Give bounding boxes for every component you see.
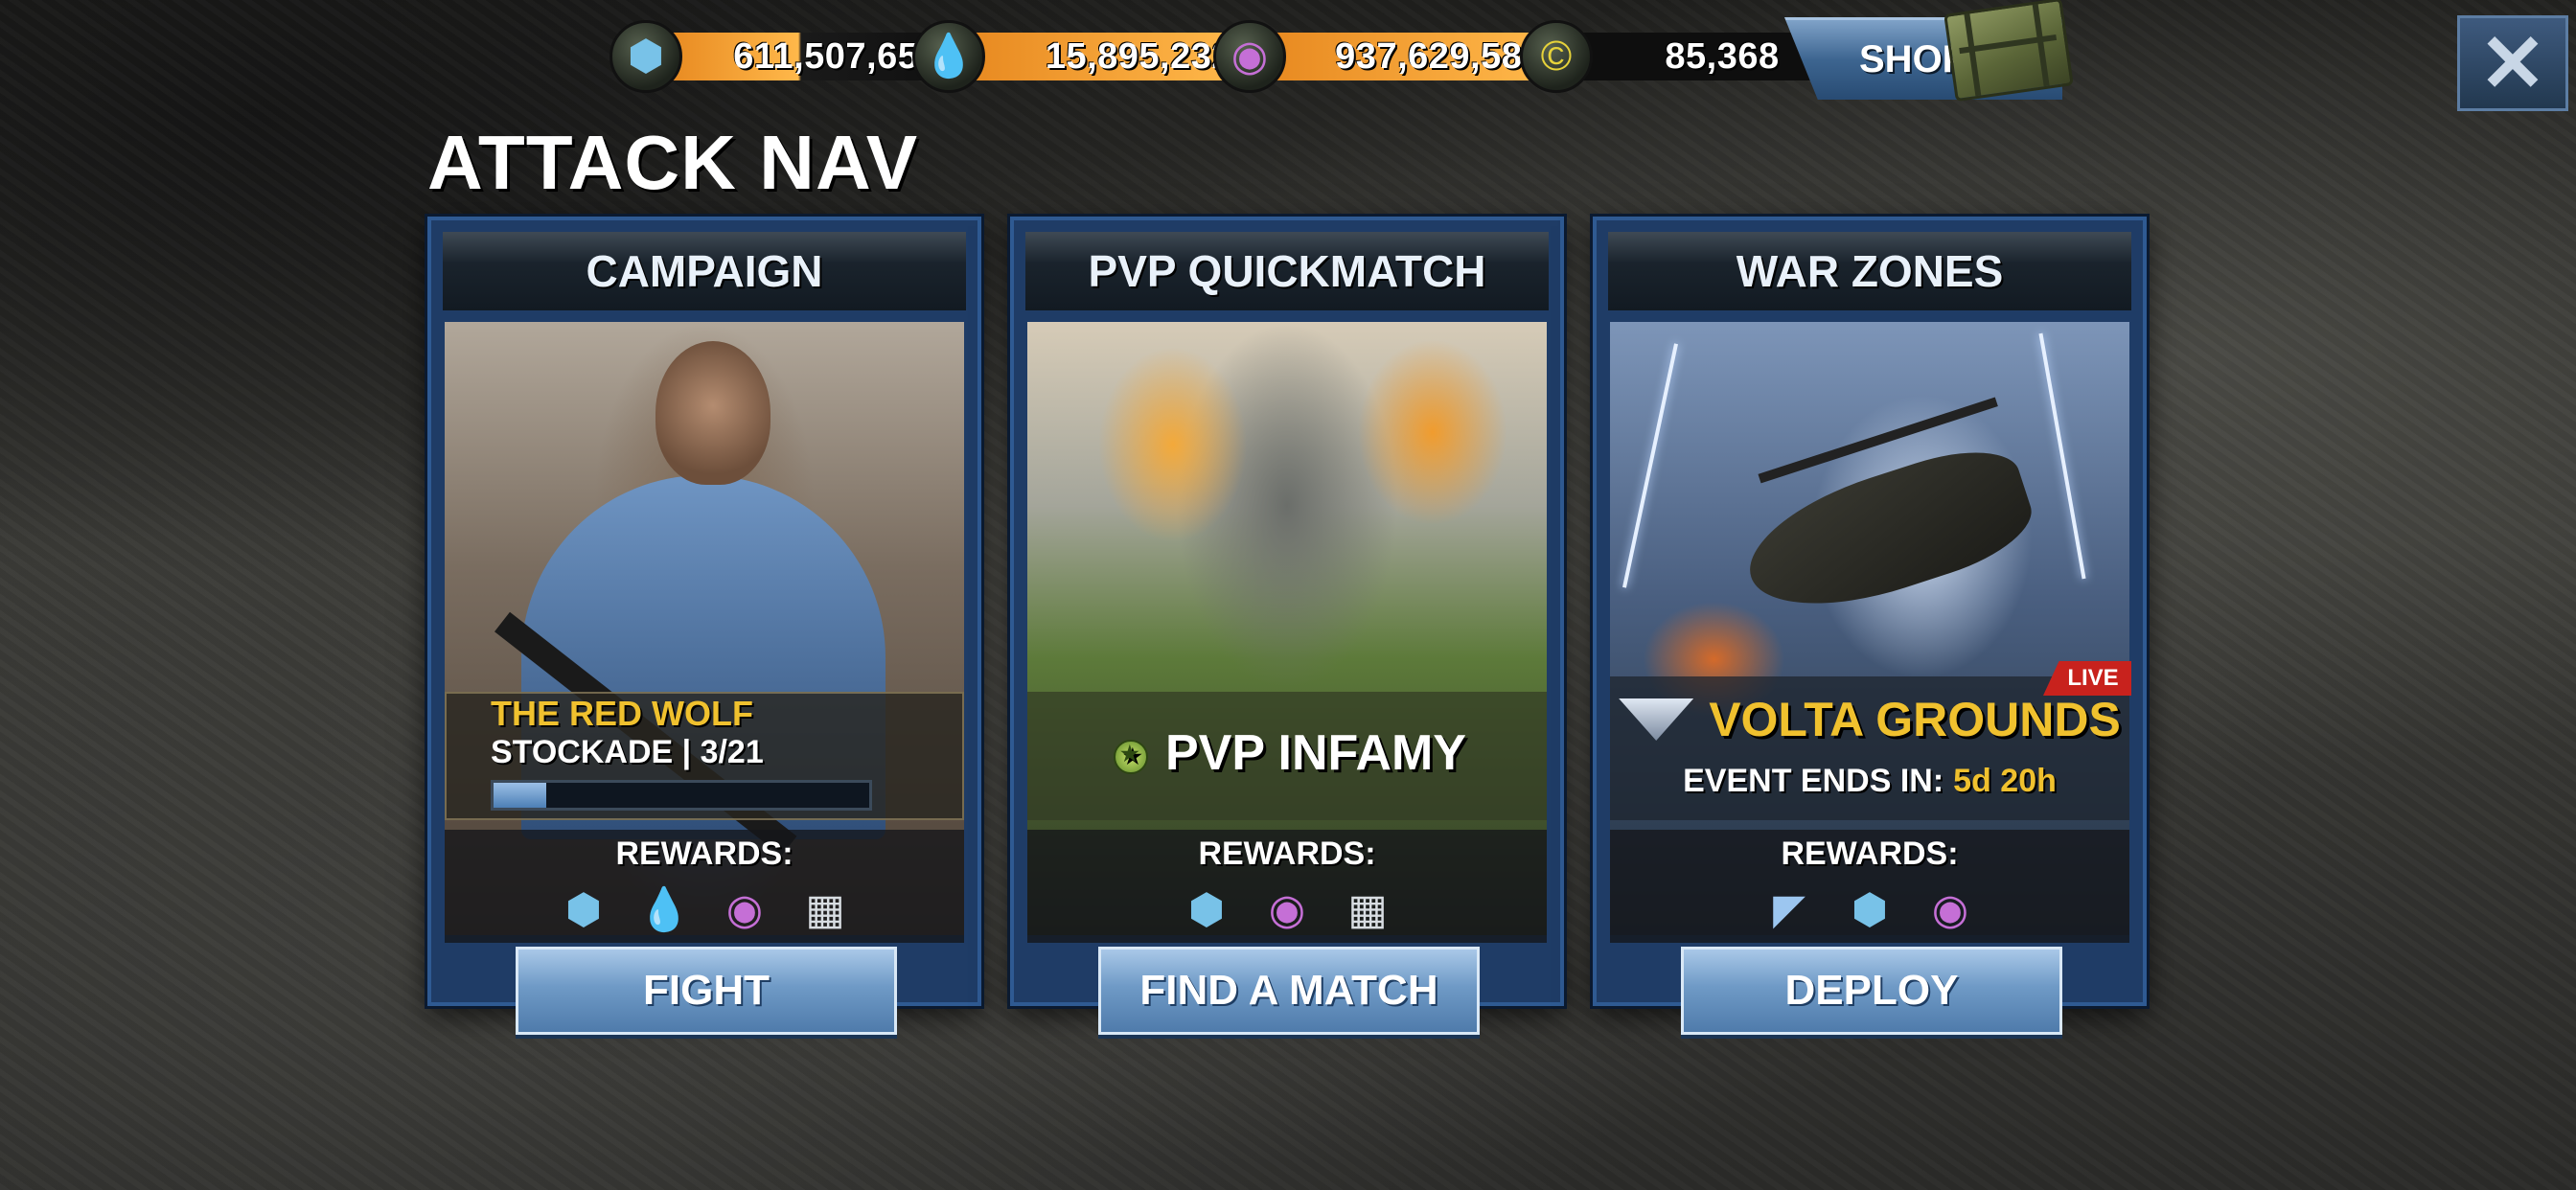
pvp-quickmatch-card[interactable]: PVP QUICKMATCH PVP INFAMY REWARDS: ⬢ ◉ ▦ (1010, 217, 1564, 1006)
resource-steel-value: 937,629,583 (1273, 33, 1560, 80)
steel-ring-icon: ◉ (1213, 20, 1286, 93)
campaign-stage: STOCKADE | 3/21 (491, 734, 764, 770)
rewards-label: REWARDS: (1781, 835, 1959, 872)
war-zone-title: VOLTA GROUNDS (1597, 692, 2143, 747)
event-ends-time: 5d 20h (1953, 763, 2057, 799)
supply-crate-icon: ▦ (805, 886, 845, 933)
supply-crate-icon[interactable] (1944, 0, 2074, 103)
campaign-progress-bar (491, 780, 872, 811)
war-zone-rewards: REWARDS: ◤ ⬢ ◉ (1610, 830, 2129, 943)
war-zone-emblem-icon: ◤ (1773, 886, 1806, 933)
pvp-infamy-title: PVP INFAMY (1014, 724, 1560, 782)
lightning-graphic (2038, 332, 2086, 580)
medal-icon (1108, 724, 1150, 782)
pvp-infamy-label: PVP INFAMY (1164, 725, 1466, 781)
deploy-label: DEPLOY (1784, 967, 1959, 1014)
oil-drop-icon: 💧 (912, 20, 985, 93)
fight-label: FIGHT (643, 967, 770, 1014)
oil-drop-icon: 💧 (637, 886, 691, 933)
campaign-card[interactable]: CAMPAIGN THE RED WOLF STOCKADE | 3/21 RE… (427, 217, 981, 1006)
campaign-header: CAMPAIGN (443, 232, 966, 310)
event-ends-label: EVENT ENDS IN: (1683, 763, 1944, 799)
rewards-label: REWARDS: (1198, 835, 1376, 872)
hex-crystal-icon: ⬢ (564, 886, 603, 933)
steel-ring-icon: ◉ (1268, 886, 1306, 933)
war-zone-emblem-icon (1619, 698, 1694, 741)
event-ends-text: EVENT ENDS IN: 5d 20h (1597, 763, 2143, 800)
war-zones-header: WAR ZONES (1608, 232, 2131, 310)
resource-oil: 💧 15,895,232 (912, 20, 1250, 93)
hex-crystal-icon: ⬢ (1851, 886, 1889, 933)
rewards-label: REWARDS: (615, 835, 794, 872)
war-zone-name: VOLTA GROUNDS (1709, 693, 2121, 746)
hex-crystal-icon: ⬢ (1187, 886, 1226, 933)
deploy-button[interactable]: DEPLOY (1681, 947, 2062, 1035)
hex-crystal-icon: ⬢ (610, 20, 682, 93)
resource-crystal: ⬢ 611,507,654 (610, 20, 956, 93)
page-title: ATTACK NAV (427, 120, 919, 205)
find-a-match-label: FIND A MATCH (1139, 967, 1438, 1014)
hero-name: THE RED WOLF (491, 694, 753, 733)
campaign-progress-fill (494, 783, 546, 808)
war-zones-card[interactable]: WAR ZONES LIVE VOLTA GROUNDS EVENT ENDS … (1593, 217, 2147, 1006)
hero-portrait (656, 341, 770, 485)
resource-oil-value: 15,895,232 (972, 33, 1250, 80)
supply-crate-icon: ▦ (1347, 886, 1388, 933)
steel-ring-icon: ◉ (1931, 886, 1969, 933)
coin-icon: © (1520, 20, 1593, 93)
campaign-rewards: REWARDS: ⬢ 💧 ◉ ▦ (445, 830, 964, 943)
close-icon: ✕ (2478, 18, 2547, 108)
pvp-header: PVP QUICKMATCH (1025, 232, 1549, 310)
resource-steel: ◉ 937,629,583 (1213, 20, 1560, 93)
fight-button[interactable]: FIGHT (516, 947, 897, 1035)
steel-ring-icon: ◉ (725, 886, 764, 933)
close-button[interactable]: ✕ (2457, 15, 2568, 111)
helicopter-graphic (1733, 433, 2043, 632)
find-a-match-button[interactable]: FIND A MATCH (1098, 947, 1480, 1035)
lightning-graphic (1622, 343, 1678, 588)
pvp-rewards: REWARDS: ⬢ ◉ ▦ (1027, 830, 1547, 943)
